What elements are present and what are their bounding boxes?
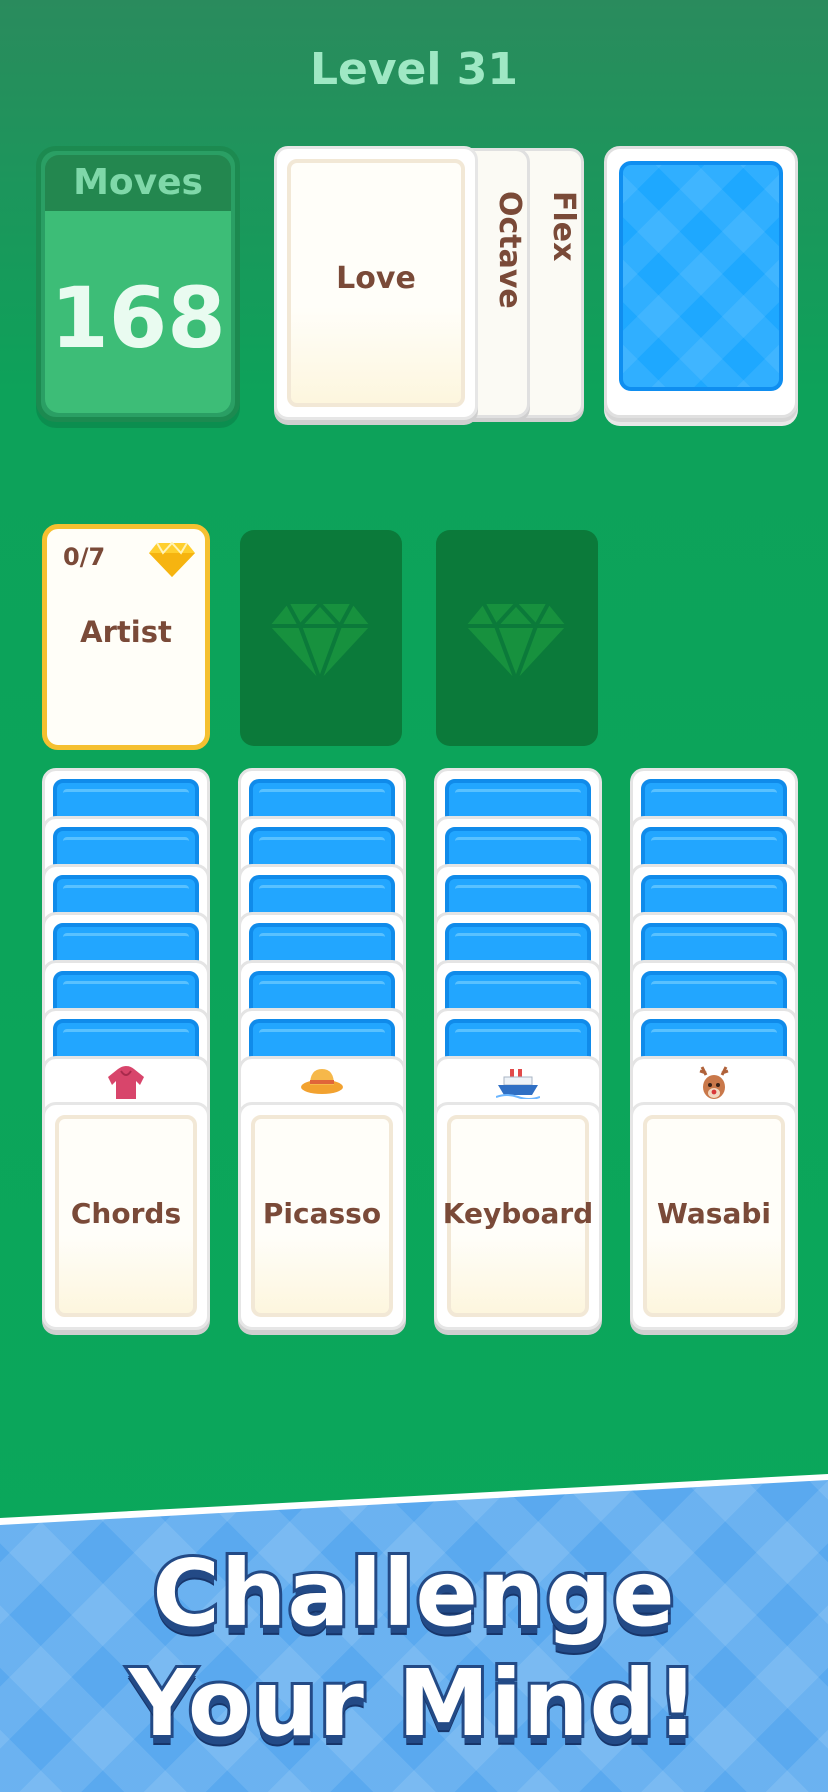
card-label: Wasabi bbox=[657, 1197, 771, 1230]
foundation-artist[interactable]: 0/7 Artist bbox=[42, 524, 210, 750]
tableau-top-card[interactable]: Picasso bbox=[238, 1102, 406, 1330]
card-back bbox=[619, 161, 783, 391]
level-title: Level 31 bbox=[309, 44, 519, 95]
card-label: Picasso bbox=[262, 1197, 382, 1230]
banner-line-2: Your Mind! bbox=[126, 1647, 702, 1760]
diamond-icon bbox=[149, 541, 195, 581]
moves-label: Moves bbox=[45, 155, 231, 211]
card-label: Chords bbox=[70, 1197, 182, 1230]
card-label: Keyboard bbox=[442, 1197, 594, 1230]
ship-icon bbox=[437, 1065, 599, 1107]
foundation-progress: 0/7 bbox=[63, 543, 106, 571]
moves-counter: Moves 168 bbox=[36, 146, 240, 422]
waste-top-card[interactable]: Love bbox=[274, 146, 478, 420]
moves-count: 168 bbox=[50, 269, 226, 367]
banner-line-1: Challenge bbox=[149, 1537, 677, 1650]
foundation-empty-slot[interactable] bbox=[240, 530, 402, 746]
foundation-label: Artist bbox=[80, 615, 172, 649]
diamond-icon bbox=[466, 601, 566, 680]
tableau-top-card[interactable]: Keyboard bbox=[434, 1102, 602, 1330]
tableau-top-card[interactable]: Chords bbox=[42, 1102, 210, 1330]
diamond-icon bbox=[270, 601, 370, 680]
stock-pile[interactable] bbox=[604, 146, 798, 418]
tableau-top-card[interactable]: Wasabi bbox=[630, 1102, 798, 1330]
hat-icon bbox=[241, 1065, 403, 1103]
foundation-empty-slot[interactable] bbox=[436, 530, 598, 746]
